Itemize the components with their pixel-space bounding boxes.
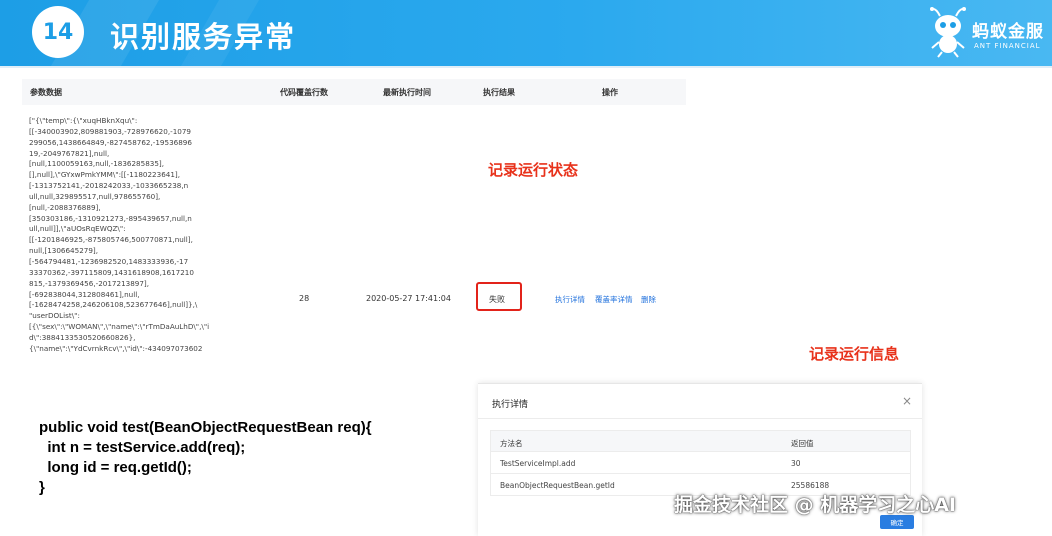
- method-name: TestServiceImpl.add: [500, 459, 576, 468]
- confirm-button[interactable]: 确定: [880, 515, 914, 529]
- modal-table-header: 方法名 返回值: [490, 430, 911, 452]
- return-value: 25586188: [791, 481, 830, 490]
- annotation-record-info: 记录运行信息: [809, 345, 900, 363]
- modal-header-method: 方法名: [500, 439, 523, 448]
- table-row: TestServiceImpl.add 30: [490, 452, 911, 474]
- modal-header-value: 返回值: [791, 439, 814, 448]
- column-header-coverage: 代码覆盖行数: [280, 88, 328, 97]
- ant-financial-logo: 蚂蚁金服 ANT FINANCIAL: [928, 4, 1046, 62]
- method-name: BeanObjectRequestBean.getId: [500, 481, 615, 490]
- slide-title: 识别服务异常: [110, 20, 297, 54]
- return-value: 30: [791, 459, 801, 468]
- delete-link[interactable]: 删除: [641, 294, 656, 305]
- logo-chinese-text: 蚂蚁金服: [972, 22, 1044, 42]
- watermark-text: 掘金技术社区 @ 机器学习之心AI: [674, 494, 957, 516]
- column-header-time: 最新执行时间: [383, 88, 431, 97]
- coverage-details-link[interactable]: 覆盖率详情: [595, 294, 633, 305]
- table-header-row: 参数数据 代码覆盖行数 最新执行时间 执行结果 操作: [22, 79, 686, 105]
- column-header-result: 执行结果: [483, 88, 515, 97]
- slide-number-badge: 14: [32, 6, 84, 58]
- column-header-params: 参数数据: [30, 88, 62, 97]
- param-data-cell: ["{\"temp\":{\"xuqHBknXqu\": [[-34000390…: [29, 116, 210, 353]
- coverage-cell: 28: [299, 294, 310, 303]
- view-details-link[interactable]: 执行详情: [555, 294, 585, 305]
- banner-divider: [0, 66, 1052, 68]
- ant-mascot-icon: [930, 7, 966, 58]
- slide-header-banner: 14 识别服务异常 蚂蚁金服 ANT FINANCIAL: [0, 0, 1052, 66]
- annotation-record-state: 记录运行状态: [488, 161, 579, 179]
- result-cell: 失败: [489, 295, 505, 304]
- code-snippet: public void test(BeanObjectRequestBean r…: [39, 419, 372, 496]
- modal-title: 执行详情: [492, 400, 529, 410]
- close-icon[interactable]: ×: [902, 394, 912, 408]
- logo-english-text: ANT FINANCIAL: [974, 42, 1041, 50]
- column-header-actions: 操作: [602, 88, 618, 97]
- modal-divider: [478, 418, 922, 419]
- time-cell: 2020-05-27 17:41:04: [366, 294, 451, 303]
